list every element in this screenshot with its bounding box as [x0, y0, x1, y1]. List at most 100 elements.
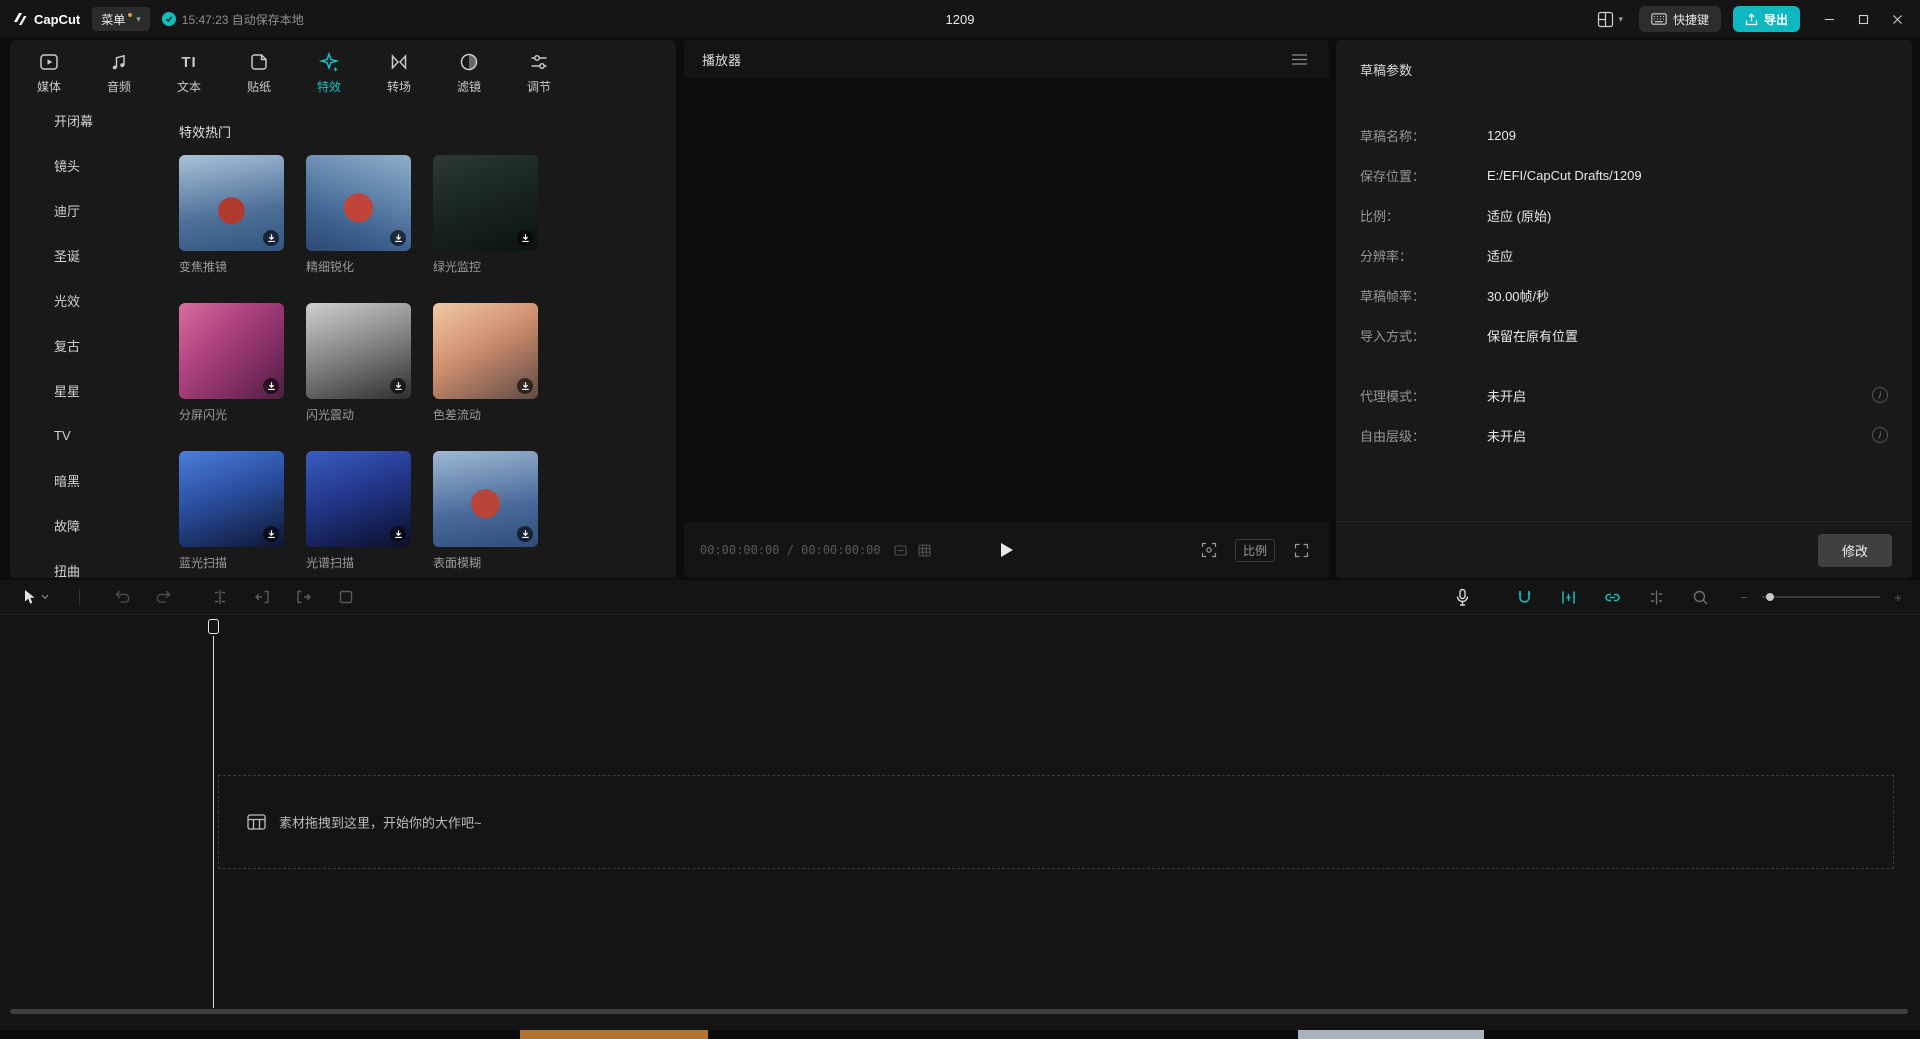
info-icon[interactable]: i — [1872, 427, 1888, 443]
fit-timeline-button[interactable] — [1688, 585, 1712, 609]
timeline-drop-zone[interactable]: 素材拖拽到这里，开始你的大作吧~ — [218, 775, 1894, 869]
auto-snap-toggle[interactable] — [1556, 585, 1580, 609]
effect-thumbnail[interactable] — [179, 155, 284, 251]
draft-footer: 修改 — [1336, 521, 1912, 578]
category-item[interactable]: 扭曲 — [10, 548, 142, 578]
playhead[interactable] — [208, 619, 220, 634]
field-value: 1209 — [1487, 128, 1516, 143]
download-icon[interactable] — [263, 230, 279, 246]
bottom-strip-segment-orange — [520, 1030, 708, 1039]
freeze-frame-button[interactable] — [334, 585, 358, 609]
linkage-toggle[interactable] — [1600, 585, 1624, 609]
download-icon[interactable] — [263, 526, 279, 542]
category-item[interactable]: 复古 — [10, 323, 142, 368]
player-viewport[interactable] — [684, 78, 1329, 522]
category-item[interactable]: 迪厅 — [10, 188, 142, 233]
shortcuts-button[interactable]: 快捷键 — [1639, 6, 1721, 32]
category-item[interactable]: 开闭幕 — [10, 98, 142, 143]
category-item[interactable]: 故障 — [10, 503, 142, 548]
download-icon[interactable] — [517, 378, 533, 394]
main-track-magnet-toggle[interactable] — [1512, 585, 1536, 609]
split-button[interactable] — [208, 585, 232, 609]
fullscreen-icon[interactable] — [1289, 538, 1313, 562]
tab-sticker[interactable]: 贴纸 — [224, 46, 294, 98]
effect-thumbnail[interactable] — [433, 303, 538, 399]
export-icon — [1745, 13, 1758, 26]
effect-card[interactable]: 色差流动 — [433, 303, 538, 423]
zoom-slider[interactable] — [1762, 596, 1880, 598]
category-item[interactable]: 暗黑 — [10, 458, 142, 503]
download-icon[interactable] — [390, 526, 406, 542]
effect-thumbnail[interactable] — [306, 303, 411, 399]
zoom-in-button[interactable]: + — [1890, 589, 1906, 605]
tab-text[interactable]: TI文本 — [154, 46, 224, 98]
effect-thumbnail[interactable] — [306, 451, 411, 547]
effect-thumbnail[interactable] — [179, 303, 284, 399]
tab-effects[interactable]: 特效 — [294, 46, 364, 98]
grid-icon[interactable] — [917, 542, 933, 558]
field-label: 导入方式： — [1360, 326, 1487, 345]
download-icon[interactable] — [263, 378, 279, 394]
player-menu-icon[interactable] — [1287, 47, 1311, 71]
effect-card[interactable]: 蓝光扫描 — [179, 451, 284, 571]
effect-card[interactable]: 变焦推镜 — [179, 155, 284, 275]
modify-button[interactable]: 修改 — [1818, 534, 1892, 567]
effect-thumbnail[interactable] — [179, 451, 284, 547]
effect-thumbnail[interactable] — [306, 155, 411, 251]
minimize-button[interactable] — [1812, 0, 1846, 38]
tab-filter[interactable]: 滤镜 — [434, 46, 504, 98]
effect-thumbnail[interactable] — [433, 451, 538, 547]
timeline[interactable]: 素材拖拽到这里，开始你的大作吧~ — [0, 615, 1920, 1030]
download-icon[interactable] — [390, 378, 406, 394]
effect-card[interactable]: 光谱扫描 — [306, 451, 411, 571]
tab-label: 特效 — [317, 78, 341, 95]
effect-card[interactable]: 分屏闪光 — [179, 303, 284, 423]
category-item[interactable]: 镜头 — [10, 143, 142, 188]
preview-axis-toggle[interactable] — [1644, 585, 1668, 609]
draft-field-row: 自由层级：未开启i — [1360, 415, 1888, 455]
category-item[interactable]: 光效 — [10, 278, 142, 323]
category-item[interactable]: 星星 — [10, 368, 142, 413]
effect-card[interactable]: 表面模糊 — [433, 451, 538, 571]
menu-button[interactable]: 菜单 ▾ — [92, 7, 150, 31]
timeline-horizontal-scrollbar[interactable] — [10, 1009, 1908, 1014]
download-icon[interactable] — [517, 230, 533, 246]
tab-audio[interactable]: 音频 — [84, 46, 154, 98]
close-button[interactable] — [1880, 0, 1914, 38]
effect-card[interactable]: 绿光监控 — [433, 155, 538, 275]
playhead-handle-icon[interactable] — [208, 619, 219, 634]
ratio-button[interactable]: 比例 — [1235, 539, 1275, 562]
quality-icon[interactable] — [893, 542, 909, 558]
focus-icon[interactable] — [1197, 538, 1221, 562]
app-name: CapCut — [34, 12, 80, 27]
tab-adjust[interactable]: 调节 — [504, 46, 574, 98]
effects-icon — [318, 51, 340, 73]
record-audio-icon[interactable] — [1450, 585, 1474, 609]
effect-card[interactable]: 精细锐化 — [306, 155, 411, 275]
tab-label: 媒体 — [37, 78, 61, 95]
download-icon[interactable] — [390, 230, 406, 246]
download-icon[interactable] — [517, 526, 533, 542]
tab-media[interactable]: 媒体 — [14, 46, 84, 98]
tab-label: 贴纸 — [247, 78, 271, 95]
effect-name: 精细锐化 — [306, 258, 411, 275]
effect-thumbnail[interactable] — [433, 155, 538, 251]
layout-button[interactable]: ▾ — [1593, 11, 1627, 28]
play-button[interactable] — [1000, 542, 1014, 558]
timecode: 00:00:00:00 / 00:00:00:00 — [700, 543, 881, 557]
effect-name: 蓝光扫描 — [179, 554, 284, 571]
export-button[interactable]: 导出 — [1733, 6, 1800, 32]
delete-right-button[interactable] — [292, 585, 316, 609]
delete-left-button[interactable] — [250, 585, 274, 609]
zoom-out-button[interactable]: − — [1736, 589, 1752, 605]
category-item[interactable]: TV — [10, 413, 142, 458]
select-tool-button[interactable] — [22, 589, 49, 605]
tab-transition[interactable]: 转场 — [364, 46, 434, 98]
zoom-slider-knob[interactable] — [1766, 593, 1774, 601]
maximize-button[interactable] — [1846, 0, 1880, 38]
category-item[interactable]: 圣诞 — [10, 233, 142, 278]
info-icon[interactable]: i — [1872, 387, 1888, 403]
undo-button[interactable] — [110, 585, 134, 609]
effect-card[interactable]: 闪光震动 — [306, 303, 411, 423]
redo-button[interactable] — [152, 585, 176, 609]
